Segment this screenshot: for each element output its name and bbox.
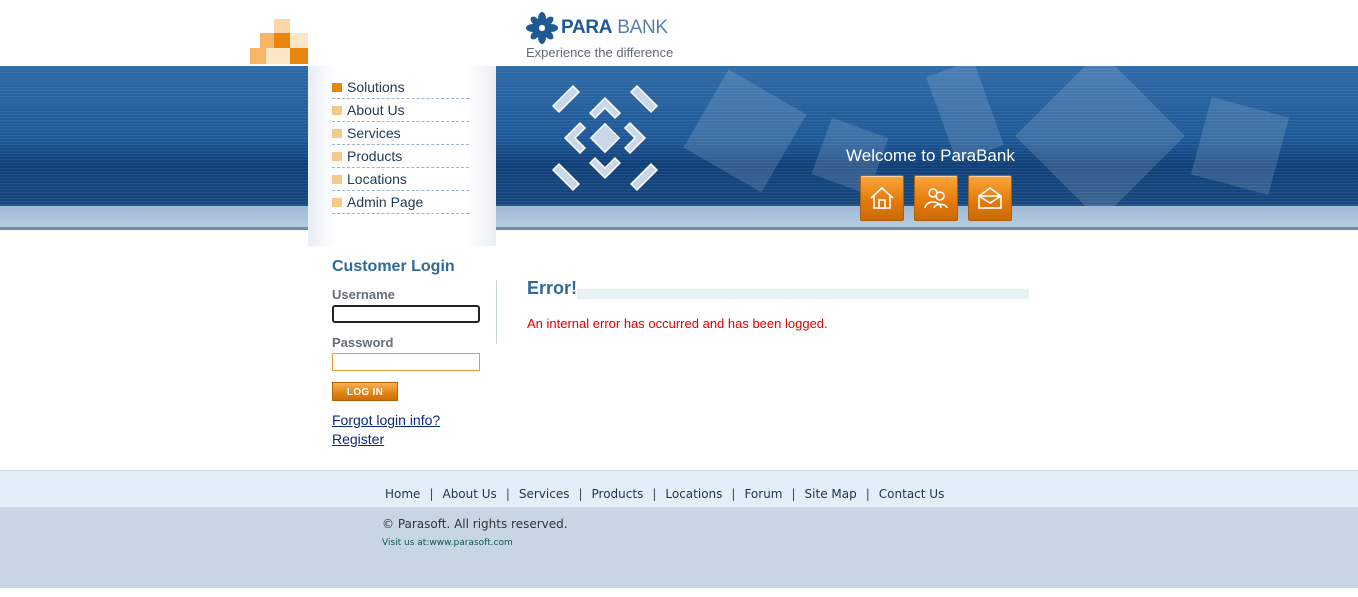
decorative-square bbox=[274, 33, 290, 48]
log-in-button[interactable]: LOG IN bbox=[332, 382, 398, 401]
customer-login-title: Customer Login bbox=[332, 258, 455, 275]
hero-banner bbox=[0, 66, 1358, 230]
footer-link-site-map[interactable]: Site Map bbox=[805, 487, 857, 501]
nav-item-services[interactable]: Services bbox=[332, 122, 469, 145]
nav-bullet-icon bbox=[332, 152, 342, 161]
decorative-square bbox=[290, 33, 308, 48]
home-icon bbox=[870, 186, 894, 209]
error-message: An internal error has occurred and has b… bbox=[527, 316, 828, 331]
footer-links: Home | About Us | Services | Products | Location… bbox=[385, 487, 944, 501]
top-header: PARA BANK Experience the difference bbox=[0, 0, 1358, 66]
footer-separator: | bbox=[791, 487, 796, 501]
title-underline-bar bbox=[577, 289, 1029, 299]
nav-item-about-us[interactable]: About Us bbox=[332, 99, 469, 122]
footer-link-forum[interactable]: Forum bbox=[744, 487, 782, 501]
nav-label[interactable]: Products bbox=[347, 148, 402, 164]
about-people-icon bbox=[924, 188, 948, 209]
footer-separator: | bbox=[652, 487, 657, 501]
brand-tagline: Experience the difference bbox=[526, 45, 674, 60]
nav-item-products[interactable]: Products bbox=[332, 145, 469, 168]
visit-prefix: Visit us at: bbox=[382, 538, 430, 548]
contact-button[interactable] bbox=[968, 175, 1012, 221]
username-label: Username bbox=[332, 287, 395, 302]
footer-link-services[interactable]: Services bbox=[519, 487, 570, 501]
nav-label[interactable]: Admin Page bbox=[347, 194, 423, 210]
page-title: Error! bbox=[527, 278, 578, 298]
welcome-text: Welcome to ParaBank bbox=[846, 146, 1015, 165]
visit-us-text: Visit us at:www.parasoft.com bbox=[382, 538, 513, 548]
content-divider bbox=[496, 280, 497, 344]
brand-name-part1: PARA bbox=[561, 17, 613, 38]
footer-separator: | bbox=[731, 487, 736, 501]
nav-item-solutions[interactable]: Solutions bbox=[332, 76, 469, 99]
username-input[interactable] bbox=[332, 305, 480, 323]
footer-separator: | bbox=[865, 487, 870, 501]
nav-bullet-icon bbox=[332, 83, 342, 92]
banner-graphic bbox=[551, 84, 659, 192]
parasoft-link[interactable]: www.parasoft.com bbox=[429, 538, 512, 548]
footer-link-products[interactable]: Products bbox=[592, 487, 644, 501]
password-label: Password bbox=[332, 335, 394, 350]
brand-name-part2: BANK bbox=[612, 17, 668, 38]
decorative-square bbox=[274, 19, 290, 34]
footer-bottom bbox=[0, 507, 1358, 588]
nav-bullet-icon bbox=[332, 198, 342, 207]
footer-separator: | bbox=[429, 487, 434, 501]
parabank-flower-logo-icon[interactable] bbox=[526, 12, 558, 44]
footer-link-about-us[interactable]: About Us bbox=[442, 487, 496, 501]
forgot-login-link[interactable]: Forgot login info? bbox=[332, 412, 440, 428]
contact-envelope-icon bbox=[978, 187, 1002, 209]
password-input[interactable] bbox=[332, 353, 480, 371]
nav-item-admin-page[interactable]: Admin Page bbox=[332, 191, 469, 214]
about-button[interactable] bbox=[914, 175, 958, 221]
nav-label[interactable]: Solutions bbox=[347, 79, 405, 95]
brand-name[interactable]: PARA BANK bbox=[561, 17, 668, 39]
register-link[interactable]: Register bbox=[332, 431, 384, 447]
decorative-square bbox=[290, 48, 308, 64]
nav-label[interactable]: Services bbox=[347, 125, 401, 141]
nav-item-locations[interactable]: Locations bbox=[332, 168, 469, 191]
copyright-text: © Parasoft. All rights reserved. bbox=[382, 517, 568, 531]
footer-link-contact-us[interactable]: Contact Us bbox=[879, 487, 945, 501]
decorative-square bbox=[266, 48, 290, 64]
nav-bullet-icon bbox=[332, 175, 342, 184]
home-button[interactable] bbox=[860, 175, 904, 221]
footer-link-home[interactable]: Home bbox=[385, 487, 420, 501]
footer-link-locations[interactable]: Locations bbox=[665, 487, 722, 501]
nav-bullet-icon bbox=[332, 129, 342, 138]
nav-label[interactable]: Locations bbox=[347, 171, 407, 187]
footer-separator: | bbox=[505, 487, 510, 501]
footer-separator: | bbox=[578, 487, 583, 501]
nav-label[interactable]: About Us bbox=[347, 102, 405, 118]
decorative-square bbox=[250, 48, 266, 64]
nav-bullet-icon bbox=[332, 106, 342, 115]
